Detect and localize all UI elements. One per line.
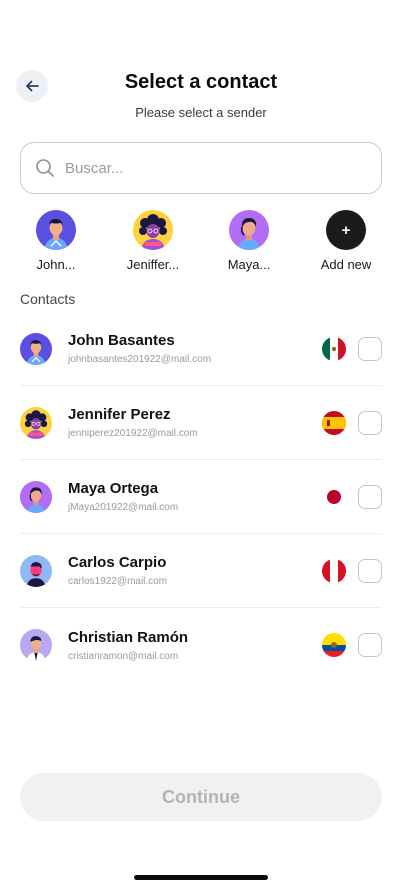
contact-row[interactable]: Carlos Carpio carlos1922@mail.com	[20, 534, 382, 608]
spain-flag-icon	[322, 410, 346, 435]
page-subtitle: Please select a sender	[135, 105, 267, 120]
contacts-heading: Contacts	[20, 291, 76, 307]
add-new-button[interactable]: + Add new	[306, 210, 386, 272]
recent-contact-label: Maya...	[227, 257, 271, 272]
recent-contact-label: Jeniffer...	[126, 257, 180, 272]
search-box[interactable]	[20, 142, 382, 194]
plus-icon: +	[326, 210, 366, 250]
avatar	[20, 332, 52, 365]
recent-contact-label: John...	[36, 257, 76, 272]
select-checkbox[interactable]	[358, 410, 382, 435]
continue-button[interactable]: Continue	[20, 773, 382, 821]
contact-row[interactable]: Christian Ramón cristianramon@mail.com	[20, 608, 382, 682]
japan-flag-icon	[322, 484, 346, 509]
avatar	[20, 480, 52, 513]
avatar	[20, 629, 52, 661]
avatar	[20, 554, 52, 587]
contact-row[interactable]: Maya Ortega jMaya201922@mail.com	[20, 460, 382, 534]
ecuador-flag-icon	[322, 633, 346, 657]
page-title: Select a contact	[124, 71, 278, 93]
avatar	[20, 406, 52, 439]
add-new-label: Add new	[320, 257, 372, 272]
contact-row[interactable]: Jennifer Perez jenniperez201922@mail.com	[20, 386, 382, 460]
recent-contact-john[interactable]: John...	[16, 210, 96, 272]
avatar	[133, 210, 173, 250]
recent-contacts: John... Jeniffer... Maya... + Add new	[0, 210, 402, 275]
avatar	[36, 210, 76, 250]
avatar	[229, 210, 269, 250]
contact-row[interactable]: John Basantes johnbasantes201922@mail.co…	[20, 312, 382, 386]
search-icon	[36, 159, 54, 177]
contact-list: John Basantes johnbasantes201922@mail.co…	[20, 312, 382, 682]
recent-contact-jennifer[interactable]: Jeniffer...	[113, 210, 193, 272]
select-checkbox[interactable]	[358, 484, 382, 509]
recent-contact-maya[interactable]: Maya...	[209, 210, 289, 272]
peru-flag-icon	[322, 558, 346, 583]
select-checkbox[interactable]	[358, 558, 382, 583]
mexico-flag-icon	[322, 336, 346, 361]
home-indicator	[134, 875, 268, 880]
select-checkbox[interactable]	[358, 633, 382, 657]
search-input[interactable]	[65, 159, 345, 177]
select-checkbox[interactable]	[358, 336, 382, 361]
